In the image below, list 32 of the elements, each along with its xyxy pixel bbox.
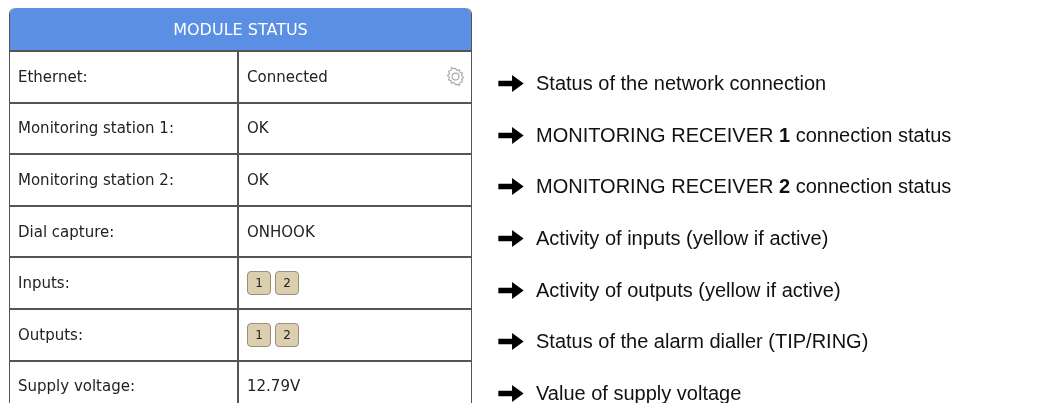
row-value: OK xyxy=(247,119,269,138)
status-indicator: 1 xyxy=(247,271,271,296)
settings-icon[interactable] xyxy=(446,67,465,86)
note-text: Activity of outputs (yellow if active) xyxy=(536,278,841,302)
row-label: Ethernet: xyxy=(18,67,88,86)
row-value: 12.79V xyxy=(247,377,301,396)
arrow-icon xyxy=(498,177,524,197)
row-label: Monitoring station 1: xyxy=(18,119,174,138)
row-value: Connected xyxy=(247,67,328,86)
arrow-icon xyxy=(498,332,524,352)
arrow-icon xyxy=(498,383,524,403)
status-indicator: 1 xyxy=(247,322,271,347)
row-label: Supply voltage: xyxy=(18,377,135,396)
arrow-icon xyxy=(498,229,524,249)
row-value: OK xyxy=(247,171,269,189)
arrow-icon xyxy=(498,280,524,300)
panel-title: MODULE STATUS xyxy=(10,8,471,50)
arrow-icon xyxy=(498,74,524,94)
row-value: ONHOOK xyxy=(247,222,315,241)
note-text: Status of the network connection xyxy=(536,72,827,96)
arrow-icon xyxy=(498,125,524,145)
note-text: Status of the alarm dialler (TIP/RING) xyxy=(536,330,869,354)
status-indicator: 2 xyxy=(275,322,299,347)
note-text: Activity of inputs (yellow if active) xyxy=(536,227,829,251)
note-text: MONITORING RECEIVER 2 connection status xyxy=(536,175,952,199)
row-label: Inputs: xyxy=(18,274,70,293)
row-label: Outputs: xyxy=(18,325,83,344)
note-text: Value of supply voltage xyxy=(536,381,742,403)
status-indicator: 2 xyxy=(275,271,299,296)
row-label: Monitoring station 2: xyxy=(18,171,174,189)
note-text: MONITORING RECEIVER 1 connection status xyxy=(536,123,952,147)
row-label: Dial capture: xyxy=(18,222,115,241)
